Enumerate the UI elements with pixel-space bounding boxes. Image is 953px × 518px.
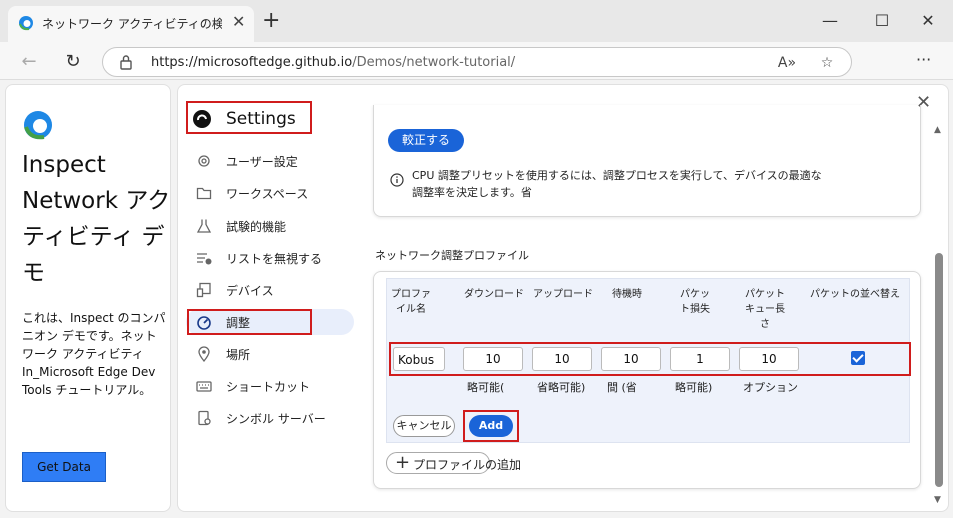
queue-length-input[interactable]: 10 <box>739 347 799 371</box>
column-header: プロファイル名 <box>391 289 431 315</box>
close-window-button[interactable]: ✕ <box>916 9 940 33</box>
edge-logo-icon <box>19 16 33 31</box>
more-options-icon[interactable]: ··· <box>916 50 931 69</box>
address-bar[interactable]: https://microsoftedge.github.io/Demos/ne… <box>102 47 852 77</box>
sidebar-item-label: 試験的機能 <box>226 220 287 234</box>
sidebar-item-symbol-server[interactable]: シンボル サーバー <box>186 405 354 431</box>
column-header: パケットの並べ替え <box>810 289 900 300</box>
read-aloud-icon[interactable]: A» <box>777 53 797 73</box>
browser-toolbar: ← ↻ https://microsoftedge.github.io/Demo… <box>0 42 953 80</box>
cpu-calibration-card: 較正する CPU 調整プリセットを使用するには、調整プロセスを実行して、デバイス… <box>373 105 921 217</box>
favorite-star-icon[interactable]: ☆ <box>817 53 837 73</box>
packet-loss-input[interactable]: 1 <box>670 347 730 371</box>
network-profiles-card: プロファイル名 ダウンロード アップロード 待機時 パケット損失 パケットキュー… <box>373 271 921 489</box>
profile-table: プロファイル名 ダウンロード アップロード 待機時 パケット損失 パケットキュー… <box>386 278 911 443</box>
plus-icon: + <box>395 452 411 473</box>
edge-logo-icon <box>24 111 52 140</box>
sidebar-item-shortcuts[interactable]: ショートカット <box>186 373 354 399</box>
column-header: パケットキュー長さ <box>745 289 785 330</box>
sidebar-item-label: ワークスペース <box>226 187 309 201</box>
page-description: これは、Inspect のコンパニオン デモです。ネットワーク アクティビティ … <box>22 311 166 397</box>
minimize-button[interactable]: — <box>818 9 842 33</box>
symbol-server-icon <box>198 410 211 426</box>
sidebar-item-label: シンボル サーバー <box>226 412 326 426</box>
new-tab-button[interactable]: + <box>262 10 280 32</box>
sidebar-item-devices[interactable]: デバイス <box>186 277 354 303</box>
folder-icon <box>196 187 212 200</box>
column-header: ダウンロード <box>464 289 524 300</box>
sidebar-item-locations[interactable]: 場所 <box>186 341 354 367</box>
cancel-button[interactable]: キャンセル <box>393 415 455 437</box>
field-hint: 省略可能) <box>537 381 586 394</box>
sidebar-item-label: リストを無視する <box>226 252 323 266</box>
devtools-settings-panel: Settings ✕ ユーザー設定 ワークスペース 試験的機能 リストを無視する… <box>177 84 949 512</box>
sidebar-item-ignore-list[interactable]: リストを無視する <box>186 245 354 271</box>
devices-icon <box>196 282 211 298</box>
scrollbar-thumb[interactable] <box>935 253 943 487</box>
demo-page: Inspect Network アクティビティ デモ これは、Inspect の… <box>5 84 171 512</box>
throttling-highlight <box>187 309 312 335</box>
field-hint: オプション <box>743 381 798 394</box>
add-button[interactable]: Add <box>469 415 513 437</box>
flask-icon <box>196 219 212 233</box>
maximize-button[interactable]: ☐ <box>870 9 894 33</box>
profile-row: Kobus 10 10 10 1 10 <box>389 342 911 376</box>
sidebar-item-experiments[interactable]: 試験的機能 <box>186 213 354 239</box>
section-title: ネットワーク調整プロファイル <box>375 249 529 262</box>
sidebar-item-label: ユーザー設定 <box>226 155 298 169</box>
title-bar: ネットワーク アクティビティの検査のデモ ✕ + — ☐ ✕ <box>0 0 953 42</box>
gear-icon <box>198 155 210 167</box>
lock-icon <box>120 55 132 70</box>
sidebar-item-label: ショートカット <box>226 380 311 394</box>
refresh-button[interactable]: ↻ <box>61 50 85 74</box>
tab-close-icon[interactable]: ✕ <box>232 13 245 31</box>
url-path: /Demos/network-tutorial/ <box>352 55 516 70</box>
sidebar-item-label: デバイス <box>226 284 274 298</box>
column-header: パケット損失 <box>680 289 710 315</box>
column-header: アップロード <box>533 289 593 300</box>
scroll-down-icon[interactable]: ▼ <box>934 495 941 505</box>
field-hint: 間 (省 <box>607 381 637 394</box>
url-host: https://microsoftedge.github.io <box>151 55 353 70</box>
sidebar-item-label: 場所 <box>226 348 251 362</box>
tab-title: ネットワーク アクティビティの検査のデモ <box>42 17 222 31</box>
download-input[interactable]: 10 <box>463 347 523 371</box>
scroll-up-icon[interactable]: ▲ <box>934 125 941 135</box>
add-profile-label: プロファイルの追加 <box>413 458 522 472</box>
latency-input[interactable]: 10 <box>601 347 661 371</box>
sidebar-item-preferences[interactable]: ユーザー設定 <box>186 148 354 174</box>
keyboard-icon <box>196 381 212 392</box>
calibrate-button[interactable]: 較正する <box>388 129 464 152</box>
settings-header: Settings <box>186 101 312 134</box>
back-button[interactable]: ← <box>17 50 41 74</box>
add-profile-button[interactable]: + プロファイルの追加 <box>386 452 521 474</box>
sidebar-item-workspace[interactable]: ワークスペース <box>186 180 354 206</box>
column-header: 待機時 <box>612 289 642 300</box>
upload-input[interactable]: 10 <box>532 347 592 371</box>
field-hint: 略可能) <box>675 381 713 394</box>
settings-title: Settings <box>226 109 296 129</box>
browser-tab[interactable]: ネットワーク アクティビティの検査のデモ ✕ <box>8 6 254 42</box>
location-pin-icon <box>198 346 210 362</box>
get-data-button[interactable]: Get Data <box>22 452 106 482</box>
page-heading: Inspect Network アクティビティ デモ <box>22 152 171 286</box>
field-hint: 略可能( <box>467 381 505 394</box>
devtools-logo-icon <box>193 110 211 128</box>
info-icon <box>390 173 404 187</box>
calibration-info-text: CPU 調整プリセットを使用するには、調整プロセスを実行して、デバイスの最適な調… <box>412 169 822 199</box>
profile-name-input[interactable]: Kobus <box>393 347 445 371</box>
add-highlight: Add <box>463 410 519 442</box>
ignore-list-icon <box>197 253 212 265</box>
url-text: https://microsoftedge.github.io/Demos/ne… <box>151 55 515 70</box>
packet-reorder-checkbox[interactable] <box>851 351 865 365</box>
